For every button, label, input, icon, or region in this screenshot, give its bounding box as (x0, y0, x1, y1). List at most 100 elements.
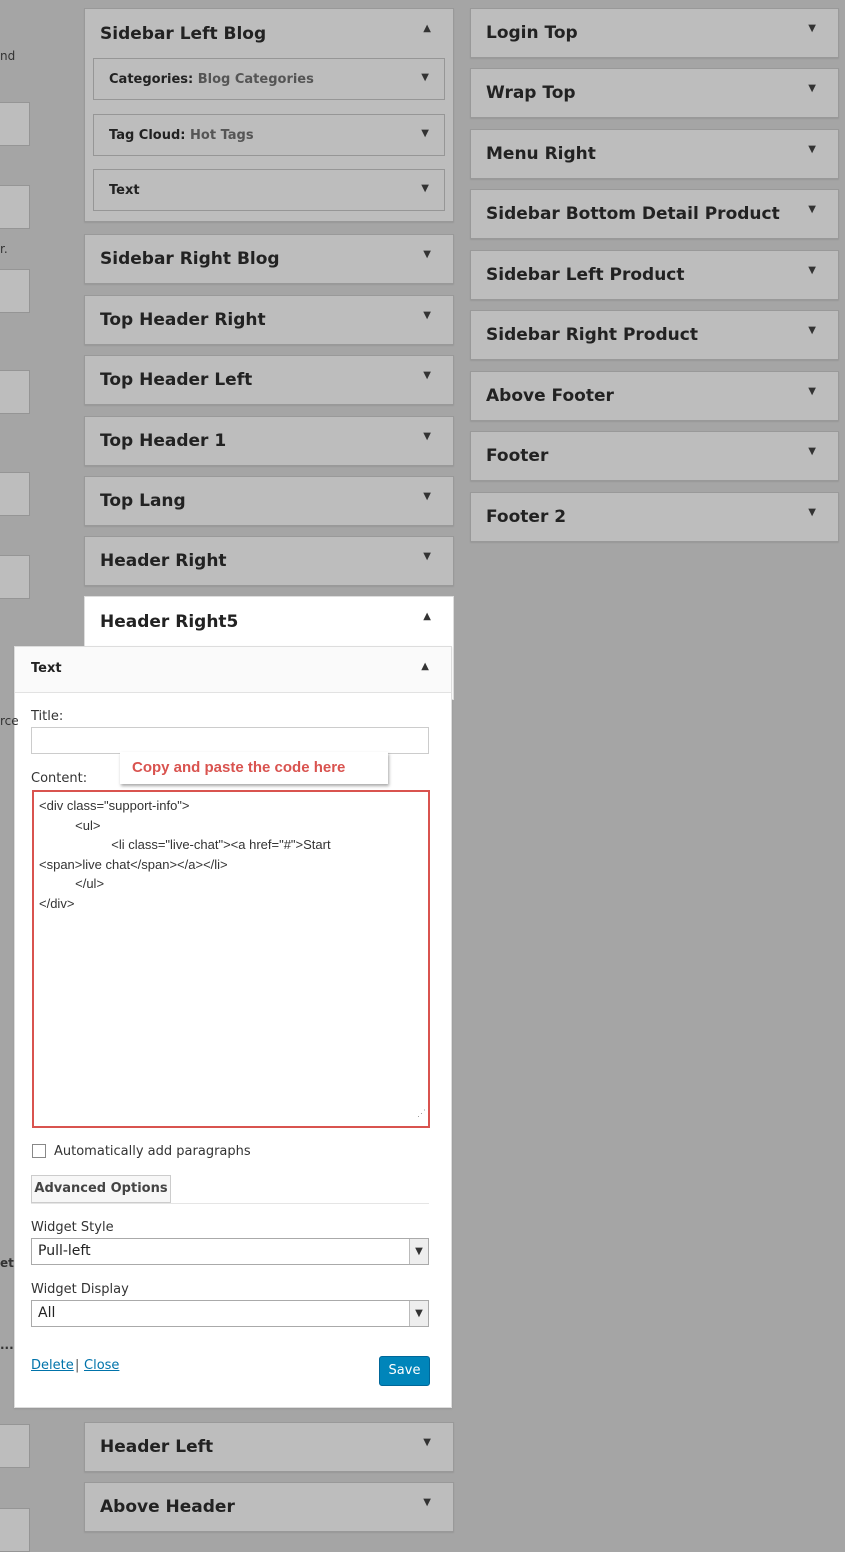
title-input[interactable] (31, 727, 429, 754)
expand-arrow-icon[interactable]: ▼ (421, 128, 429, 139)
area-title: Sidebar Right Blog (100, 249, 280, 269)
code-line: </div> (39, 895, 75, 911)
widget-subtitle: Blog Categories (197, 72, 314, 87)
area-title: Footer (486, 446, 549, 466)
delete-link[interactable]: Delete (31, 1358, 74, 1373)
left-widget-stub[interactable] (0, 472, 30, 516)
code-line: </ul> (39, 876, 105, 892)
left-fragment: nd (0, 49, 16, 63)
callout-text: Copy and paste the code here (132, 759, 346, 776)
expand-arrow-icon[interactable]: ▼ (808, 204, 816, 215)
expand-arrow-icon[interactable]: ▼ (808, 446, 816, 457)
sidebar-area-footer-2[interactable]: Footer 2 ▼ (470, 492, 839, 542)
expand-arrow-icon[interactable]: ▼ (423, 491, 431, 502)
instruction-callout: Copy and paste the code here (120, 752, 388, 784)
sidebar-area-sidebar-left-product[interactable]: Sidebar Left Product ▼ (470, 250, 839, 300)
code-line: <div class="support-info"> (39, 798, 190, 813)
left-fragment: ... (0, 1338, 14, 1352)
left-widget-stub[interactable] (0, 555, 30, 599)
expand-arrow-icon[interactable]: ▼ (423, 370, 431, 381)
left-widget-stub[interactable] (0, 102, 30, 146)
chevron-down-icon[interactable]: ▼ (409, 1239, 428, 1264)
sidebar-area-login-top[interactable]: Login Top ▼ (470, 8, 839, 58)
left-widget-stub[interactable] (0, 185, 30, 229)
widget-subtitle: Hot Tags (190, 128, 254, 143)
link-separator: | (75, 1358, 80, 1373)
collapse-arrow-icon[interactable]: ▲ (423, 611, 431, 622)
expand-arrow-icon[interactable]: ▼ (808, 144, 816, 155)
widget-name: Tag Cloud: (109, 128, 186, 143)
area-title: Menu Right (486, 144, 596, 164)
sidebar-area-header-right[interactable]: Header Right ▼ (84, 536, 454, 586)
area-title: Sidebar Left Product (486, 265, 685, 285)
expand-arrow-icon[interactable]: ▼ (808, 265, 816, 276)
widget-text[interactable]: Text ▼ (93, 169, 445, 211)
expand-arrow-icon[interactable]: ▼ (421, 72, 429, 83)
widget-name: Categories: (109, 72, 194, 87)
area-title: Top Header 1 (100, 431, 227, 451)
widget-display-select[interactable]: All ▼ (31, 1300, 429, 1327)
expand-arrow-icon[interactable]: ▼ (421, 183, 429, 194)
collapse-arrow-icon[interactable]: ▲ (423, 23, 431, 34)
area-title: Sidebar Bottom Detail Product (486, 204, 780, 224)
expand-arrow-icon[interactable]: ▼ (423, 249, 431, 260)
sidebar-area-top-lang[interactable]: Top Lang ▼ (84, 476, 454, 526)
area-title: Top Header Left (100, 370, 253, 390)
content-textarea[interactable]: <div class="support-info"> <ul> <li clas… (32, 790, 430, 1128)
sidebar-area-sidebar-right-blog[interactable]: Sidebar Right Blog ▼ (84, 234, 454, 284)
left-fragment: et (0, 1256, 14, 1270)
sidebar-area-top-header-left[interactable]: Top Header Left ▼ (84, 355, 454, 405)
widget-title: Text (31, 661, 62, 676)
save-button[interactable]: Save (379, 1356, 430, 1386)
left-widget-stub[interactable] (0, 269, 30, 313)
expand-arrow-icon[interactable]: ▼ (423, 551, 431, 562)
widget-tag-cloud[interactable]: Tag Cloud: Hot Tags ▼ (93, 114, 445, 156)
sidebar-area-header-left[interactable]: Header Left ▼ (84, 1422, 454, 1472)
auto-paragraphs-label: Automatically add paragraphs (54, 1144, 251, 1159)
expand-arrow-icon[interactable]: ▼ (808, 325, 816, 336)
area-title: Above Header (100, 1497, 235, 1517)
code-line: <span>live chat</span></a></li> (39, 856, 228, 872)
sidebar-area-above-footer[interactable]: Above Footer ▼ (470, 371, 839, 421)
expand-arrow-icon[interactable]: ▼ (423, 1497, 431, 1508)
sidebar-area-top-header-right[interactable]: Top Header Right ▼ (84, 295, 454, 345)
expand-arrow-icon[interactable]: ▼ (808, 507, 816, 518)
expand-arrow-icon[interactable]: ▼ (423, 310, 431, 321)
widget-categories[interactable]: Categories: Blog Categories ▼ (93, 58, 445, 100)
sidebar-area-sidebar-bottom-detail-product[interactable]: Sidebar Bottom Detail Product ▼ (470, 189, 839, 239)
advanced-options-button[interactable]: Advanced Options (31, 1175, 171, 1203)
left-widget-stub[interactable] (0, 1424, 30, 1468)
title-label: Title: (31, 709, 64, 724)
sidebar-area-menu-right[interactable]: Menu Right ▼ (470, 129, 839, 179)
expand-arrow-icon[interactable]: ▼ (423, 1437, 431, 1448)
area-title: Footer 2 (486, 507, 567, 527)
area-title[interactable]: Sidebar Left Blog (100, 24, 266, 44)
left-fragment: rce (0, 714, 19, 728)
expand-arrow-icon[interactable]: ▼ (808, 83, 816, 94)
widget-header[interactable]: Text ▲ (15, 647, 451, 693)
auto-paragraphs-checkbox[interactable] (32, 1144, 46, 1158)
left-fragment: r. (0, 242, 8, 256)
sidebar-area-footer[interactable]: Footer ▼ (470, 431, 839, 481)
area-title: Above Footer (486, 386, 614, 406)
expand-arrow-icon[interactable]: ▼ (423, 431, 431, 442)
sidebar-area-above-header[interactable]: Above Header ▼ (84, 1482, 454, 1532)
expand-arrow-icon[interactable]: ▼ (808, 386, 816, 397)
area-title[interactable]: Header Right5 (100, 612, 238, 632)
left-widget-stub[interactable] (0, 370, 30, 414)
sidebar-area-sidebar-right-product[interactable]: Sidebar Right Product ▼ (470, 310, 839, 360)
close-link[interactable]: Close (84, 1358, 119, 1373)
area-title: Wrap Top (486, 83, 576, 103)
sidebar-area-wrap-top[interactable]: Wrap Top ▼ (470, 68, 839, 118)
content-label: Content: (31, 771, 88, 786)
left-widget-stub[interactable] (0, 1508, 30, 1552)
chevron-down-icon[interactable]: ▼ (409, 1301, 428, 1326)
resize-handle-icon[interactable]: ⋰ (417, 1104, 426, 1124)
widget-style-select[interactable]: Pull-left ▼ (31, 1238, 429, 1265)
expand-arrow-icon[interactable]: ▼ (808, 23, 816, 34)
sidebar-area-top-header-1[interactable]: Top Header 1 ▼ (84, 416, 454, 466)
widget-display-label: Widget Display (31, 1282, 129, 1297)
area-title: Top Lang (100, 491, 186, 511)
area-title: Sidebar Right Product (486, 325, 698, 345)
collapse-arrow-icon[interactable]: ▲ (421, 661, 429, 672)
